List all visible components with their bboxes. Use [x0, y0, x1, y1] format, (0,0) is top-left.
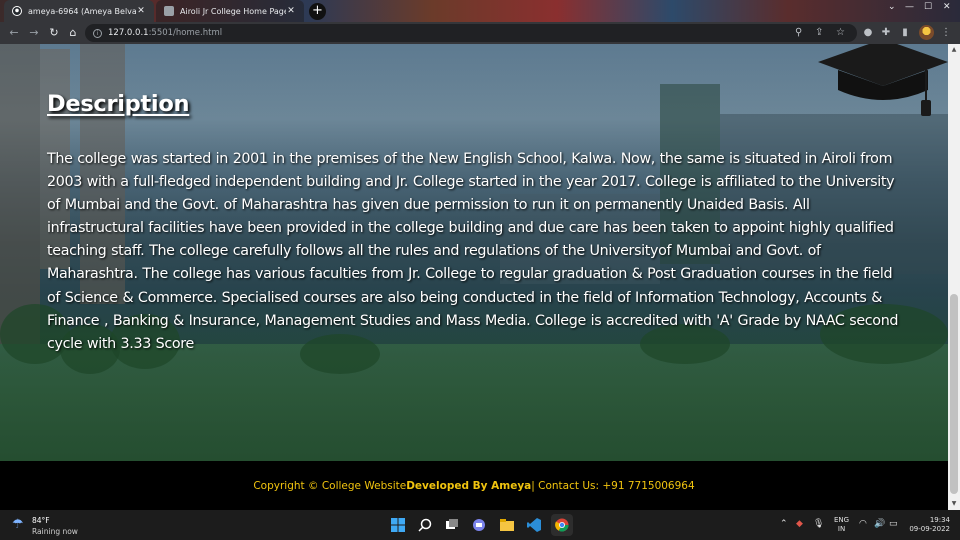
microphone-icon[interactable]: 🎙 — [813, 519, 824, 529]
zoom-icon[interactable]: ⚲ — [795, 27, 802, 38]
share-icon[interactable]: ⇪ — [815, 27, 823, 38]
close-window-icon[interactable]: ✕ — [943, 2, 951, 12]
teams-chat-button[interactable] — [468, 514, 490, 536]
github-icon — [12, 6, 22, 16]
chrome-icon — [555, 518, 569, 532]
vscode-button[interactable] — [523, 514, 545, 536]
tab-title: ameya-6964 (Ameya Belvalkar) — [28, 6, 136, 16]
close-icon[interactable]: ✕ — [136, 6, 146, 16]
footer-developer: Developed By Ameya — [406, 479, 532, 492]
browser-tab-strip: ameya-6964 (Ameya Belvalkar) ✕ Airoli Jr… — [0, 0, 960, 22]
region-code: IN — [837, 525, 846, 533]
page-footer: Copyright © College Website Developed By… — [0, 461, 948, 510]
address-bar[interactable]: i 127.0.0.1 :5501/home.html ⚲ ⇪ ☆ — [85, 24, 857, 42]
vscode-icon — [527, 518, 541, 532]
site-info-icon[interactable]: i — [93, 28, 102, 38]
search-icon — [418, 518, 432, 532]
tab-github[interactable]: ameya-6964 (Ameya Belvalkar) ✕ — [4, 0, 154, 22]
url-host: 127.0.0.1 — [108, 28, 149, 38]
chrome-button[interactable] — [551, 514, 573, 536]
tab-airoli-home[interactable]: Airoli Jr College Home Page ✕ — [156, 0, 304, 22]
start-button[interactable] — [387, 514, 409, 536]
profile-avatar[interactable] — [919, 25, 934, 40]
browser-toolbar: ← → ↻ ⌂ i 127.0.0.1 :5501/home.html ⚲ ⇪ … — [0, 22, 960, 44]
bookmark-star-icon[interactable]: ☆ — [836, 27, 845, 38]
weather-temperature[interactable]: 84°F — [32, 516, 50, 525]
page-viewport: Description The college was started in 2… — [0, 44, 948, 510]
input-language[interactable]: ENG IN — [834, 516, 849, 534]
security-icon[interactable]: ◆ — [796, 519, 803, 529]
side-panel-icon[interactable]: ▮ — [898, 26, 912, 40]
search-button[interactable] — [414, 514, 436, 536]
tab-title: Airoli Jr College Home Page — [180, 6, 286, 16]
folder-icon — [500, 519, 514, 531]
clock-time: 19:34 — [929, 516, 950, 524]
chevron-down-icon[interactable]: ⌄ — [888, 2, 896, 12]
close-icon[interactable]: ✕ — [286, 6, 296, 16]
footer-copyright: Copyright © College Website — [253, 479, 407, 492]
description-heading: Description — [47, 91, 190, 117]
reload-icon[interactable]: ↻ — [47, 26, 61, 40]
wifi-icon[interactable]: ◠ — [859, 519, 867, 529]
graduation-cap-icon — [818, 44, 948, 116]
file-explorer-button[interactable] — [496, 514, 518, 536]
extension-icon[interactable]: ● — [861, 26, 875, 40]
page-icon — [164, 6, 174, 16]
battery-icon[interactable]: ▭ — [889, 519, 898, 529]
clock-date: 09-09-2022 — [909, 525, 950, 533]
system-clock[interactable]: 19:34 09-09-2022 — [908, 516, 950, 534]
chevron-up-icon[interactable]: ⌃ — [780, 519, 788, 529]
chat-icon — [473, 519, 485, 531]
volume-icon[interactable]: 🔊 — [874, 519, 885, 529]
url-path: :5501/home.html — [148, 28, 223, 38]
back-icon[interactable]: ← — [7, 26, 21, 40]
new-tab-button[interactable]: + — [309, 3, 326, 20]
minimize-icon[interactable]: — — [905, 2, 914, 12]
puzzle-icon[interactable]: ✚ — [879, 26, 893, 40]
weather-description[interactable]: Raining now — [32, 527, 78, 536]
task-view-icon — [446, 519, 458, 529]
menu-icon[interactable]: ⋮ — [939, 26, 953, 40]
lang-code: ENG — [834, 516, 850, 524]
maximize-icon[interactable]: ☐ — [924, 2, 932, 12]
weather-rain-icon[interactable]: ☂ — [12, 517, 24, 532]
footer-contact: | Contact Us: +91 7715006964 — [531, 479, 695, 492]
windows-logo-icon — [391, 518, 405, 532]
forward-icon[interactable]: → — [27, 26, 41, 40]
windows-taskbar: ☂ 84°F Raining now ⌃ ◆ 🎙 ENG IN ◠ 🔊 ▭ 19… — [0, 510, 960, 540]
scrollbar-thumb[interactable] — [950, 294, 958, 494]
scroll-down-icon[interactable]: ▼ — [949, 500, 959, 510]
scroll-up-icon[interactable]: ▲ — [949, 46, 959, 56]
home-icon[interactable]: ⌂ — [66, 26, 80, 40]
task-view-button[interactable] — [441, 514, 463, 536]
description-text: The college was started in 2001 in the p… — [47, 151, 899, 352]
